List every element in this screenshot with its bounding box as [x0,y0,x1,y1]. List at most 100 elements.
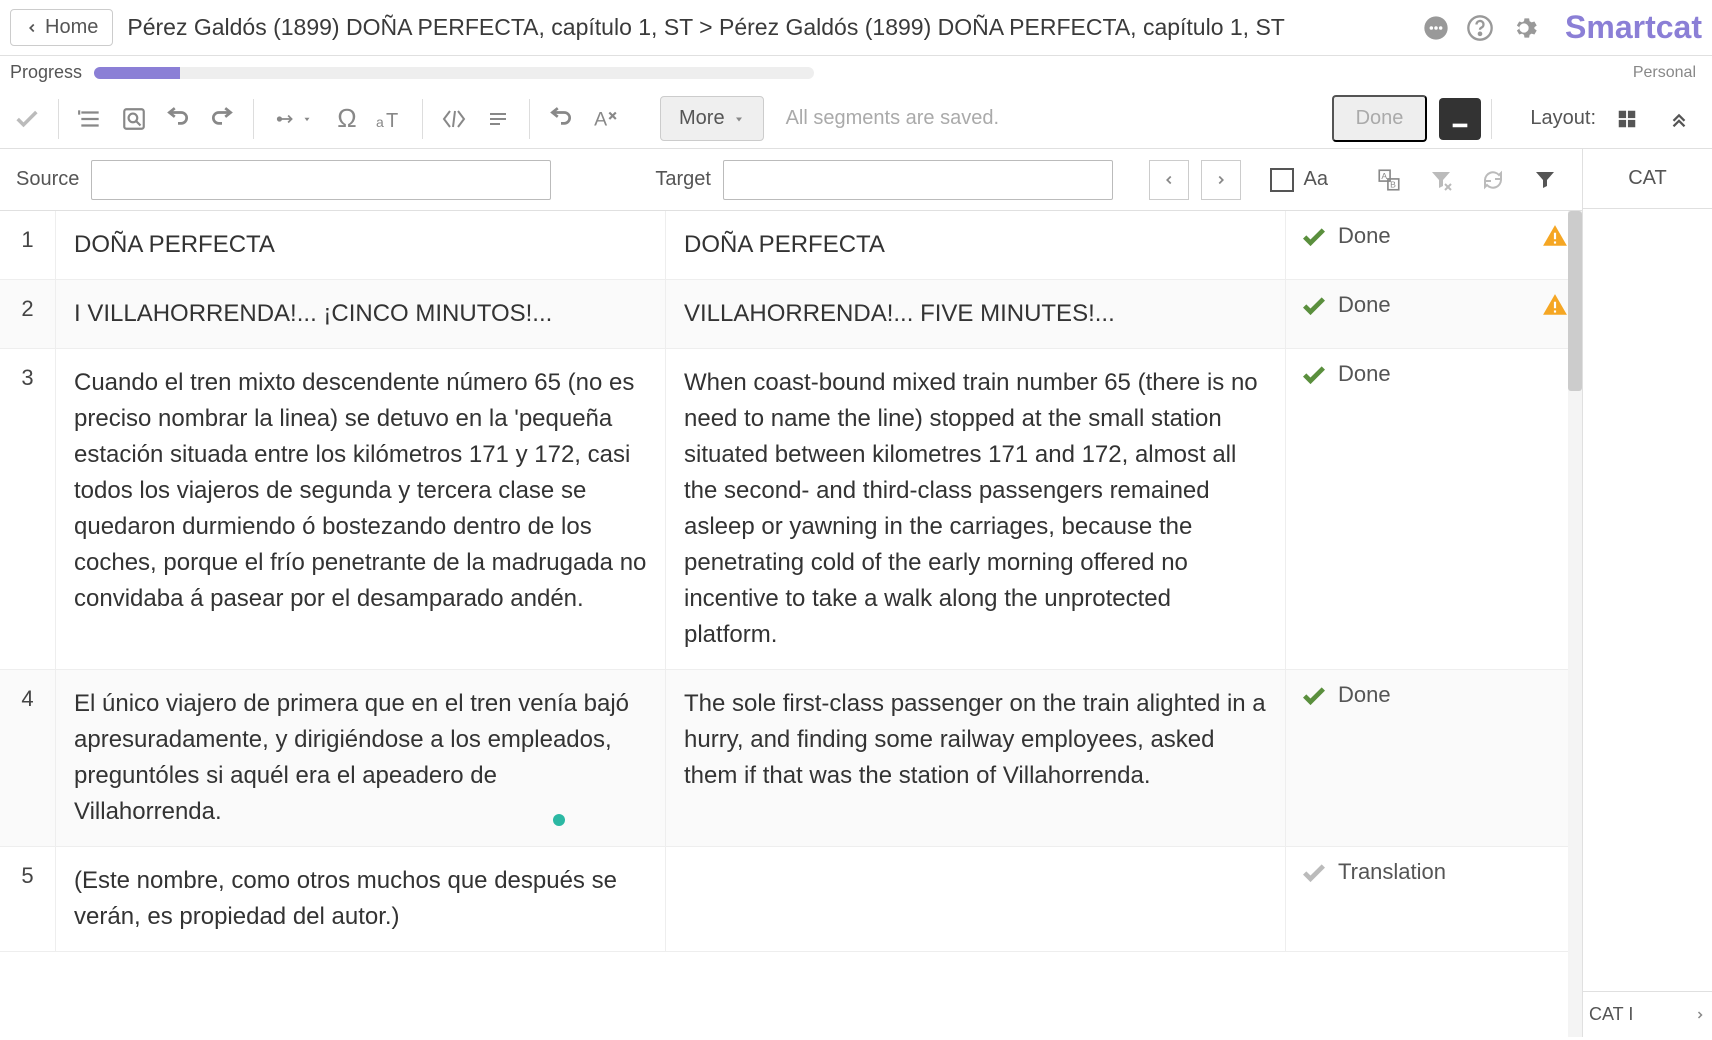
progress-fill [94,67,180,79]
check-icon [1300,223,1328,251]
check-icon [1300,292,1328,320]
go-to-segment-icon[interactable] [69,98,111,140]
separator [529,99,530,139]
target-cell[interactable]: When coast-bound mixed train number 65 (… [666,349,1286,669]
status-cell: Done [1286,349,1582,669]
separator [58,99,59,139]
source-cell[interactable]: I VILLAHORRENDA!... ¡CINCO MINUTOS!... [56,280,666,348]
replace-icon[interactable]: AB [1368,159,1410,201]
svg-text:a: a [376,114,384,130]
logo: Smartcat [1565,9,1702,46]
source-filter-label: Source [16,168,79,191]
segments-table: 1DOÑA PERFECTADOÑA PERFECTADone2I VILLAH… [0,211,1582,1037]
check-icon [1300,859,1328,887]
table-row[interactable]: 3Cuando el tren mixto descendente número… [0,349,1582,670]
refresh-icon[interactable] [1472,159,1514,201]
layout-grid-icon[interactable] [1606,98,1648,140]
warning-icon[interactable] [1542,292,1568,318]
home-label: Home [45,16,98,39]
chat-icon[interactable] [1421,13,1451,43]
redo-icon[interactable] [201,98,243,140]
target-cell[interactable]: DOÑA PERFECTA [666,211,1286,279]
side-panel: CAT CAT I [1582,149,1712,1037]
breadcrumb: Pérez Galdós (1899) DOÑA PERFECTA, capít… [127,14,1421,41]
source-cell[interactable]: (Este nombre, como otros muchos que desp… [56,847,666,951]
status-label: Done [1338,223,1391,249]
table-row[interactable]: 2I VILLAHORRENDA!... ¡CINCO MINUTOS!...V… [0,280,1582,349]
clear-target-icon[interactable]: A [584,98,626,140]
source-filter-input[interactable] [91,160,551,200]
status-label: Translation [1338,859,1446,885]
progress-row: Progress Personal [0,56,1712,89]
table-row[interactable]: 1DOÑA PERFECTADOÑA PERFECTADone [0,211,1582,280]
next-match-button[interactable] [1201,160,1241,200]
chevron-right-icon [1694,1009,1706,1021]
separator [253,99,254,139]
segment-number: 5 [0,847,56,951]
source-cell[interactable]: El único viajero de primera que en el tr… [56,670,666,846]
segment-number: 2 [0,280,56,348]
chevron-left-icon [25,21,39,35]
status-label: Done [1338,361,1391,387]
status-cell: Done [1286,670,1582,846]
segment-number: 1 [0,211,56,279]
concordance-icon[interactable] [113,98,155,140]
status-cell: Done [1286,280,1582,348]
side-bottom-tab[interactable]: CAT I [1583,991,1712,1037]
clear-format-icon[interactable] [477,98,519,140]
download-button[interactable] [1439,98,1481,140]
toolbar: Ω aT A More All segments are saved. Done… [0,89,1712,149]
prev-match-button[interactable] [1149,160,1189,200]
table-row[interactable]: 5(Este nombre, como otros muchos que des… [0,847,1582,952]
progress-label: Progress [10,62,82,83]
status-label: Done [1338,682,1391,708]
filter-icon[interactable] [1524,159,1566,201]
revert-icon[interactable] [540,98,582,140]
layout-label: Layout: [1530,107,1596,130]
more-label: More [679,107,725,130]
target-cell[interactable]: VILLAHORRENDA!... FIVE MINUTES!... [666,280,1286,348]
home-button[interactable]: Home [10,9,113,46]
table-row[interactable]: 4El único viajero de primera que en el t… [0,670,1582,847]
main-area: Source Target Aa AB [0,149,1712,1037]
copy-source-icon[interactable] [264,98,324,140]
collapse-icon[interactable] [1658,98,1700,140]
editor-panel: Source Target Aa AB [0,149,1582,1037]
target-filter-input[interactable] [723,160,1113,200]
target-filter-label: Target [655,168,711,191]
svg-text:B: B [1390,179,1396,189]
check-icon [1300,682,1328,710]
download-icon [1449,108,1471,130]
warning-icon[interactable] [1542,223,1568,249]
progress-bar [94,67,814,79]
source-cell[interactable]: DOÑA PERFECTA [56,211,666,279]
scrollbar-track[interactable] [1568,211,1582,1037]
status-cell: Done [1286,211,1582,279]
tab-cat[interactable]: CAT [1583,149,1712,209]
account-label: Personal [1633,64,1702,82]
more-button[interactable]: More [660,96,764,141]
check-icon [1300,361,1328,389]
undo-icon[interactable] [157,98,199,140]
save-status: All segments are saved. [786,107,999,130]
status-label: Done [1338,292,1391,318]
clear-filter-icon[interactable] [1420,159,1462,201]
confirm-icon[interactable] [6,98,48,140]
status-cell: Translation [1286,847,1582,951]
special-char-icon[interactable]: Ω [326,98,368,140]
target-cell[interactable] [666,847,1286,951]
target-cell[interactable]: The sole first-class passenger on the tr… [666,670,1286,846]
repetition-indicator-icon [553,814,565,826]
separator [422,99,423,139]
source-cell[interactable]: Cuando el tren mixto descendente número … [56,349,666,669]
segment-number: 3 [0,349,56,669]
gear-icon[interactable] [1509,13,1539,43]
help-icon[interactable] [1465,13,1495,43]
chevron-right-icon [1214,173,1228,187]
done-button[interactable]: Done [1332,95,1428,142]
scrollbar-thumb[interactable] [1568,211,1582,391]
change-case-icon[interactable]: aT [370,98,412,140]
case-label: Aa [1304,168,1328,191]
case-checkbox[interactable] [1270,168,1294,192]
tag-icon[interactable] [433,98,475,140]
